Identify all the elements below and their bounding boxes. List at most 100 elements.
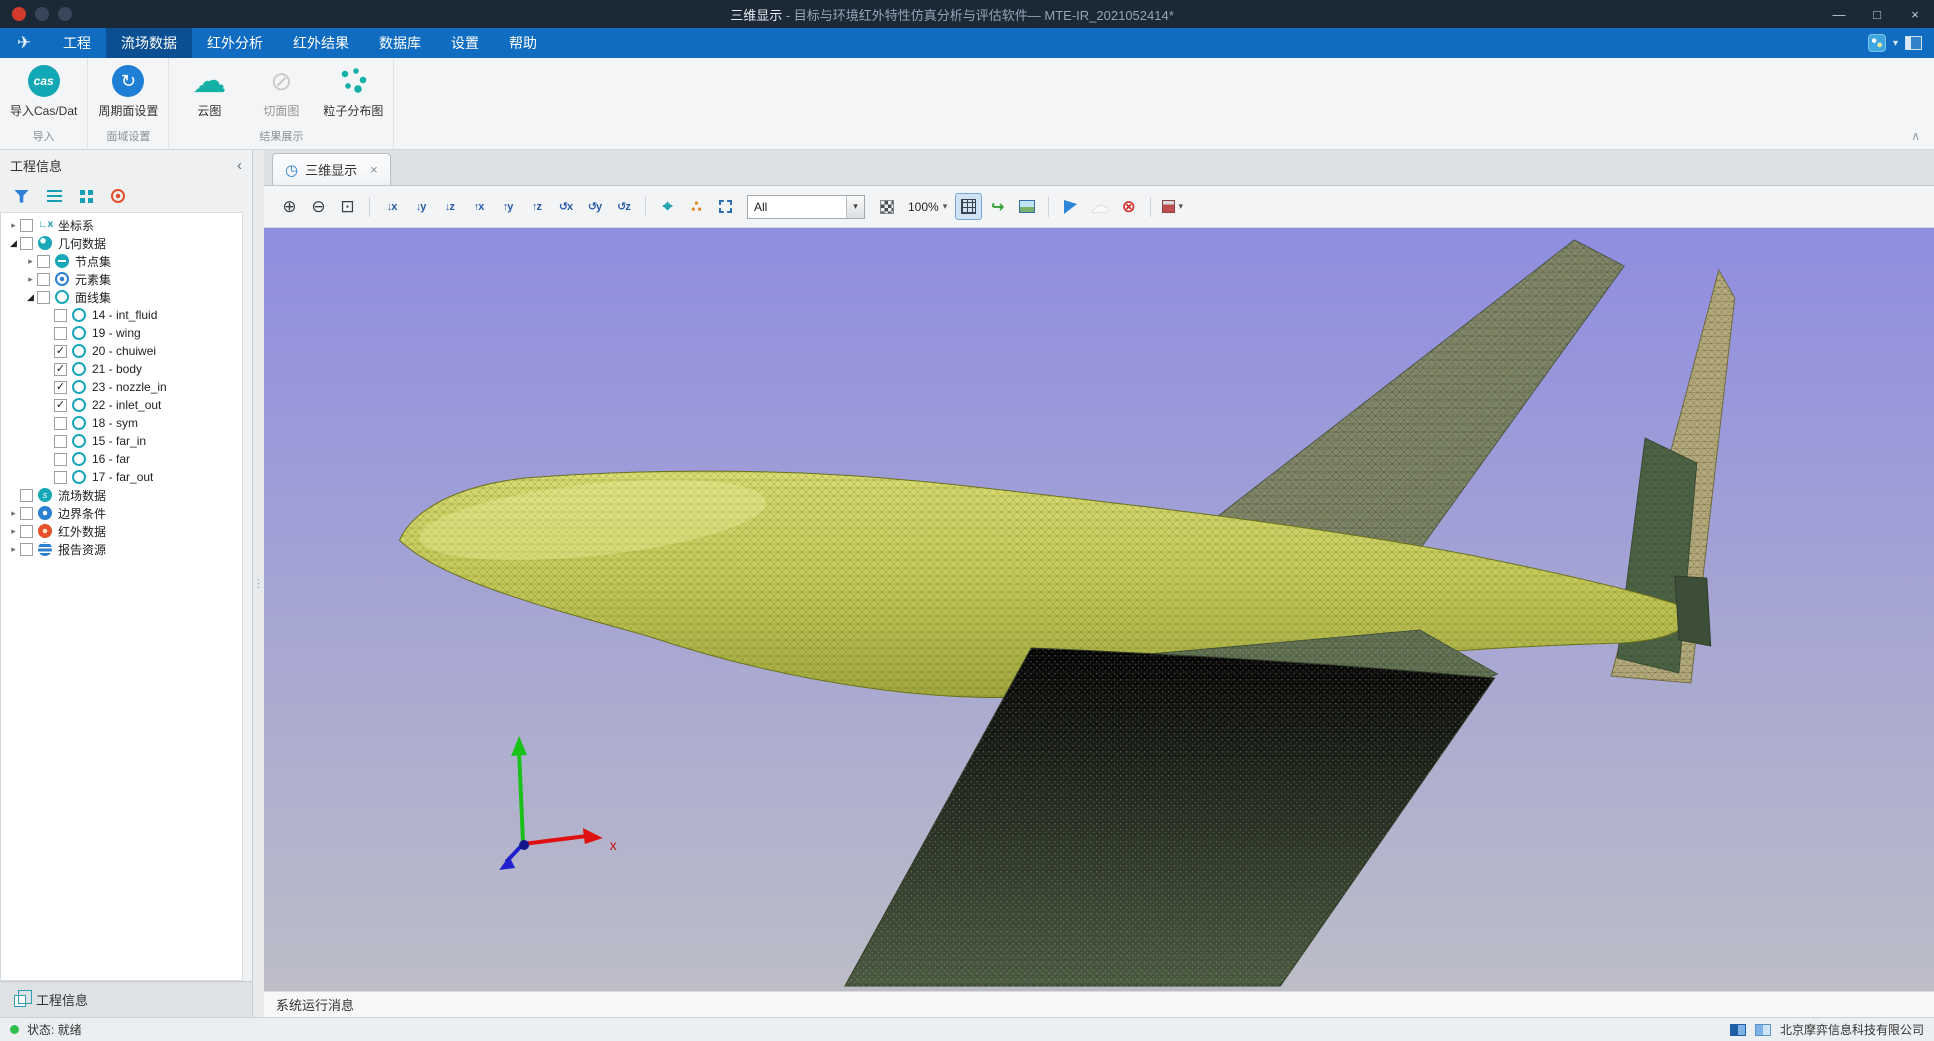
probe-point-button[interactable]: ⌖ bbox=[654, 193, 681, 220]
tree-item[interactable]: ✓23 - nozzle_in bbox=[1, 378, 242, 396]
tree-checkbox[interactable] bbox=[20, 489, 33, 502]
theme-icon[interactable] bbox=[1868, 34, 1886, 52]
tree-checkbox[interactable]: ✓ bbox=[54, 399, 67, 412]
tree-checkbox[interactable] bbox=[20, 219, 33, 232]
menu-item[interactable]: 数据库 bbox=[364, 28, 436, 58]
view-y-up-button[interactable]: ↑y bbox=[494, 193, 521, 220]
tree-item[interactable]: ▸边界条件 bbox=[1, 504, 242, 522]
tree-checkbox[interactable] bbox=[54, 417, 67, 430]
box-select-button[interactable] bbox=[712, 193, 739, 220]
tree-checkbox[interactable] bbox=[54, 435, 67, 448]
ribbon-collapse-icon[interactable]: ∧ bbox=[1911, 129, 1920, 143]
expander-icon[interactable]: ▸ bbox=[24, 274, 37, 285]
zoom-level-dropdown[interactable]: 100%▾ bbox=[902, 200, 953, 214]
tree-checkbox[interactable] bbox=[54, 327, 67, 340]
periodic-face-button[interactable]: ↻周期面设置 bbox=[98, 65, 158, 119]
tree-item[interactable]: ✓21 - body bbox=[1, 360, 242, 378]
tree-checkbox[interactable]: ✓ bbox=[54, 381, 67, 394]
expander-icon[interactable]: ▸ bbox=[7, 526, 20, 537]
close-button[interactable]: × bbox=[1896, 0, 1934, 28]
menu-item[interactable]: 红外分析 bbox=[192, 28, 278, 58]
view-z-down-button[interactable]: ↓z bbox=[436, 193, 463, 220]
expander-icon[interactable]: ◢ bbox=[24, 292, 37, 303]
panel-resize-handle[interactable]: ⋮ bbox=[253, 150, 264, 1017]
window-split-icon-2[interactable] bbox=[1755, 1024, 1771, 1036]
tree-checkbox[interactable] bbox=[37, 273, 50, 286]
panel-bottom-tab[interactable]: 工程信息 bbox=[0, 981, 252, 1017]
maximize-button[interactable]: □ bbox=[1858, 0, 1896, 28]
quick-launch-icon-1[interactable] bbox=[35, 7, 49, 21]
tree-item[interactable]: 19 - wing bbox=[1, 324, 242, 342]
grid-view-icon[interactable] bbox=[80, 190, 93, 203]
tree-item[interactable]: 18 - sym bbox=[1, 414, 242, 432]
tab-close-icon[interactable] bbox=[370, 162, 378, 177]
tree-checkbox[interactable] bbox=[54, 471, 67, 484]
list-view-icon[interactable] bbox=[47, 190, 62, 202]
tree-item[interactable]: 17 - far_out bbox=[1, 468, 242, 486]
expander-icon[interactable]: ▸ bbox=[7, 220, 20, 231]
tree-item[interactable]: 14 - int_fluid bbox=[1, 306, 242, 324]
zoom-out-button[interactable]: ⊖ bbox=[305, 193, 332, 220]
zoom-fit-button[interactable]: ⊡ bbox=[334, 193, 361, 220]
tree-item[interactable]: ▸报告资源 bbox=[1, 540, 242, 558]
tree-checkbox[interactable] bbox=[20, 543, 33, 556]
rotate-y-button[interactable]: ↺y bbox=[581, 193, 608, 220]
clip-plane-dropdown[interactable]: ▾ bbox=[1159, 193, 1186, 220]
window-split-icon-1[interactable] bbox=[1730, 1024, 1746, 1036]
zoom-in-button[interactable]: ⊕ bbox=[276, 193, 303, 220]
menu-item[interactable]: 红外结果 bbox=[278, 28, 364, 58]
view-z-up-button[interactable]: ↑z bbox=[523, 193, 550, 220]
tree-item[interactable]: ✓20 - chuiwei bbox=[1, 342, 242, 360]
tree-item[interactable]: ▸节点集 bbox=[1, 252, 242, 270]
tree-item[interactable]: ✓22 - inlet_out bbox=[1, 396, 242, 414]
theme-caret-icon[interactable]: ▾ bbox=[1893, 38, 1898, 49]
panel-collapse-icon[interactable] bbox=[237, 157, 242, 174]
display-filter-select[interactable]: All▾ bbox=[747, 195, 865, 219]
combo-caret-icon[interactable]: ▾ bbox=[846, 196, 864, 218]
tree-checkbox[interactable] bbox=[37, 255, 50, 268]
expander-icon[interactable]: ▸ bbox=[7, 544, 20, 555]
snapshot-button[interactable] bbox=[1013, 193, 1040, 220]
view-x-down-button[interactable]: ↓x bbox=[378, 193, 405, 220]
tree-item[interactable]: 15 - far_in bbox=[1, 432, 242, 450]
tree-checkbox[interactable] bbox=[54, 309, 67, 322]
expander-icon[interactable]: ◢ bbox=[7, 238, 20, 249]
expander-icon[interactable]: ▸ bbox=[24, 256, 37, 267]
tree-checkbox[interactable] bbox=[20, 507, 33, 520]
texture-toggle-button[interactable] bbox=[873, 193, 900, 220]
tree-checkbox[interactable] bbox=[54, 453, 67, 466]
view-x-up-button[interactable]: ↑x bbox=[465, 193, 492, 220]
rotate-z-button[interactable]: ↺z bbox=[610, 193, 637, 220]
tree-item[interactable]: 16 - far bbox=[1, 450, 242, 468]
particle-distribution-button[interactable]: 粒子分布图 bbox=[323, 65, 383, 119]
minimize-button[interactable]: — bbox=[1820, 0, 1858, 28]
clear-results-button[interactable]: ⊗ bbox=[1115, 193, 1142, 220]
tree-item[interactable]: ◢几何数据 bbox=[1, 234, 242, 252]
tree-checkbox[interactable] bbox=[20, 525, 33, 538]
tree-checkbox[interactable] bbox=[20, 237, 33, 250]
tab-3d-view[interactable]: 三维显示 bbox=[272, 153, 391, 185]
contour-map-button[interactable]: 云图 bbox=[179, 65, 239, 119]
tree-item[interactable]: ▸红外数据 bbox=[1, 522, 242, 540]
tree-item[interactable]: s流场数据 bbox=[1, 486, 242, 504]
menu-item[interactable]: 工程 bbox=[48, 28, 106, 58]
view-y-down-button[interactable]: ↓y bbox=[407, 193, 434, 220]
tree-item[interactable]: ▸元素集 bbox=[1, 270, 242, 288]
smooth-shade-button[interactable]: ☁ bbox=[1086, 193, 1113, 220]
grid-toggle-button[interactable] bbox=[955, 193, 982, 220]
target-icon[interactable] bbox=[111, 189, 125, 203]
rotate-x-button[interactable]: ↺x bbox=[552, 193, 579, 220]
layout-icon[interactable] bbox=[1905, 36, 1922, 50]
menu-item[interactable]: 帮助 bbox=[494, 28, 552, 58]
tree-item[interactable]: ▸∟x坐标系 bbox=[1, 216, 242, 234]
mirror-display-button[interactable] bbox=[1057, 193, 1084, 220]
particle-trace-button[interactable]: ∴ bbox=[683, 193, 710, 220]
menu-item[interactable]: 流场数据 bbox=[106, 28, 192, 58]
tree-checkbox[interactable]: ✓ bbox=[54, 345, 67, 358]
apply-view-button[interactable]: ↪ bbox=[984, 193, 1011, 220]
viewport[interactable]: x bbox=[264, 228, 1934, 991]
tree-checkbox[interactable] bbox=[37, 291, 50, 304]
viewport-canvas[interactable]: x bbox=[264, 228, 1934, 991]
quick-launch-icon-2[interactable] bbox=[58, 7, 72, 21]
tree-item[interactable]: ◢面线集 bbox=[1, 288, 242, 306]
